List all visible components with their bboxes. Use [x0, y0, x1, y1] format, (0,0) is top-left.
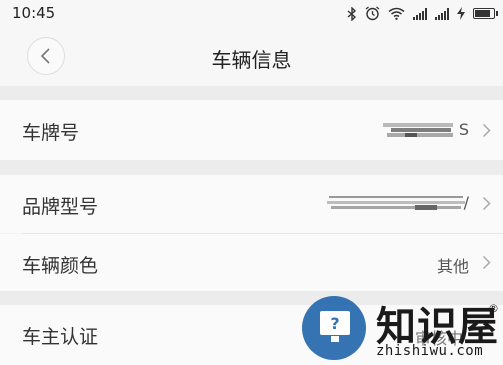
- status-bar: 10:45: [0, 0, 503, 28]
- watermark-logo: ? 知识屋 ® zhishiwu.com: [300, 296, 503, 365]
- signal-icon: [435, 7, 449, 20]
- wifi-icon: [388, 7, 405, 20]
- row-vehicle-color[interactable]: 车辆颜色 其他: [0, 234, 503, 291]
- row-label: 车牌号: [22, 122, 80, 144]
- status-icons: [347, 6, 498, 21]
- brand-model-value: /: [463, 193, 469, 212]
- row-label: 车主认证: [22, 326, 99, 348]
- signal-icon: [413, 7, 427, 20]
- row-label: 品牌型号: [22, 196, 99, 218]
- section-gap: [0, 86, 503, 100]
- chevron-right-icon: [482, 255, 491, 270]
- charging-icon: [457, 7, 465, 20]
- watermark-url: zhishiwu.com: [376, 343, 484, 359]
- registered-mark: ®: [488, 302, 499, 315]
- alarm-icon: [365, 6, 380, 21]
- page-title: 车辆信息: [211, 48, 292, 72]
- status-time: 10:45: [12, 4, 56, 22]
- plate-number-value: S: [458, 120, 469, 139]
- battery-icon: [473, 8, 498, 19]
- row-plate-number[interactable]: 车牌号 S: [0, 100, 503, 160]
- brand-model-masked: [327, 195, 467, 213]
- section-gap: [0, 160, 503, 175]
- row-label: 车辆颜色: [22, 255, 99, 277]
- plate-number-masked: [383, 122, 459, 140]
- monitor-logo-icon: ?: [302, 296, 366, 360]
- chevron-right-icon: [482, 123, 491, 138]
- bluetooth-icon: [347, 6, 357, 21]
- chevron-right-icon: [482, 196, 491, 211]
- header: 车辆信息: [0, 28, 503, 86]
- row-brand-model[interactable]: 品牌型号 /: [0, 175, 503, 233]
- vehicle-color-value: 其他: [436, 257, 469, 276]
